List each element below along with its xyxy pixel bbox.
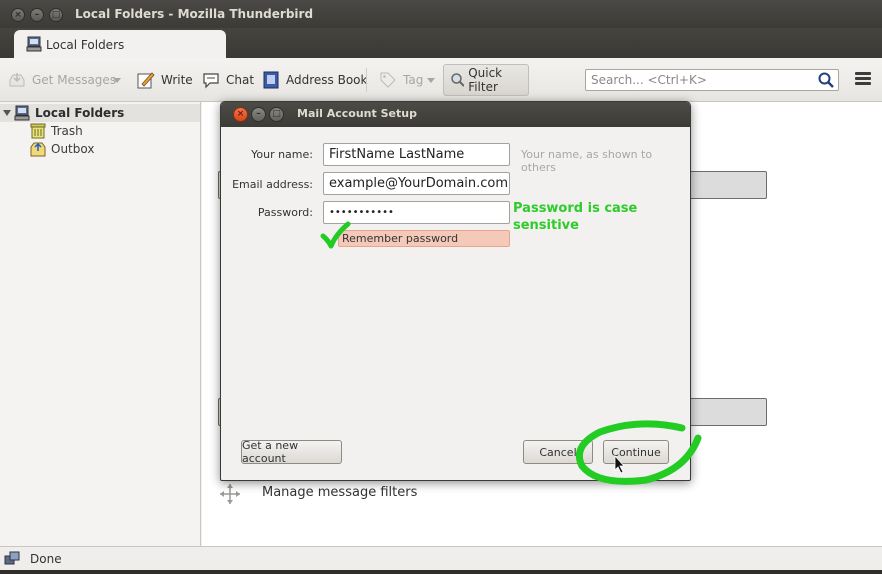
dialog-titlebar: × – □ Mail Account Setup [221,102,690,127]
remember-password-label: Remember password [342,232,459,245]
write-button[interactable]: Write [137,68,193,92]
main-toolbar: Get Messages Write Chat Address Book Tag [0,58,882,102]
computer-icon [26,36,42,52]
chat-bubble-icon [203,73,219,89]
continue-label: Continue [611,445,661,459]
window-minimize-button[interactable]: – [30,8,44,22]
folder-label: Trash [51,124,83,138]
email-label: Email address: [232,178,313,191]
address-book-label: Address Book [286,73,368,87]
tag-label: Tag [403,73,424,87]
trash-icon [30,123,46,139]
folder-outbox[interactable]: Outbox [0,140,200,158]
expand-triangle-icon[interactable] [3,109,11,117]
password-label: Password: [257,206,313,219]
address-book-button[interactable]: Address Book [262,68,367,92]
quick-filter-label: Quick Filter [468,66,503,94]
toolbar-divider [366,68,367,92]
tab-local-folders[interactable]: Local Folders [14,30,226,58]
folder-local-folders[interactable]: Local Folders [0,104,200,122]
get-new-account-button[interactable]: Get a new account [241,439,342,465]
filter-magnifier-icon [451,73,465,87]
search-icon[interactable] [817,71,835,89]
mail-account-setup-dialog: × – □ Mail Account Setup Your name: Firs… [220,101,691,481]
window-title: Local Folders - Mozilla Thunderbird [75,7,314,21]
manage-filters-link[interactable]: Manage message filters [262,485,417,500]
hamburger-menu-icon[interactable] [855,72,871,86]
dialog-maximize-button[interactable]: □ [269,107,284,122]
chat-label: Chat [226,73,255,87]
get-messages-label: Get Messages [32,73,117,87]
search-input[interactable]: Search... <Ctrl+K> [585,69,839,91]
tab-bar: Local Folders [0,28,882,58]
window-maximize-button[interactable]: □ [49,8,63,22]
taskbar-strip [0,570,882,574]
chat-button[interactable]: Chat [202,68,254,92]
dialog-close-button[interactable]: × [233,107,248,122]
get-messages-button[interactable]: Get Messages [8,68,116,92]
password-annotation: Password is case sensitive [513,201,638,233]
computer-icon [14,105,30,121]
folder-label: Outbox [51,142,95,156]
tag-chevron-icon [427,77,436,83]
window-titlebar: × – □ Local Folders - Mozilla Thunderbir… [0,0,882,28]
cancel-button[interactable]: Cancel [523,440,593,464]
name-hint: Your name, as shown to others [521,148,653,174]
folder-trash[interactable]: Trash [0,122,200,140]
password-field[interactable]: ••••••••••• [323,201,510,224]
continue-button[interactable]: Continue [603,440,669,464]
tag-button[interactable]: Tag [379,68,436,92]
status-bar: Done [0,546,882,570]
get-new-account-label: Get a new account [242,439,299,465]
tab-label: Local Folders [46,38,125,52]
status-text: Done [30,552,62,566]
dialog-title: Mail Account Setup [297,107,417,120]
address-book-icon [263,71,279,89]
write-label: Write [161,73,193,87]
name-label: Your name: [251,148,313,161]
window-close-button[interactable]: × [11,8,25,22]
email-field[interactable]: example@YourDomain.com [323,172,510,195]
tag-icon [380,72,396,88]
remember-password-checkbox[interactable]: Remember password [338,230,510,247]
inbox-download-icon [9,73,25,87]
network-status-icon[interactable] [4,551,20,567]
cancel-label: Cancel [539,445,577,459]
search-placeholder: Search... <Ctrl+K> [591,73,707,87]
dialog-minimize-button[interactable]: – [251,107,266,122]
folder-label: Local Folders [35,106,125,120]
filter-move-icon [220,484,240,504]
folder-pane: Local Folders Trash Outbox [0,102,201,546]
pencil-compose-icon [137,72,155,89]
outbox-icon [30,142,46,157]
name-field[interactable]: FirstName LastName [323,143,510,166]
chevron-down-icon[interactable] [113,78,121,83]
quick-filter-button[interactable]: Quick Filter [443,64,529,96]
